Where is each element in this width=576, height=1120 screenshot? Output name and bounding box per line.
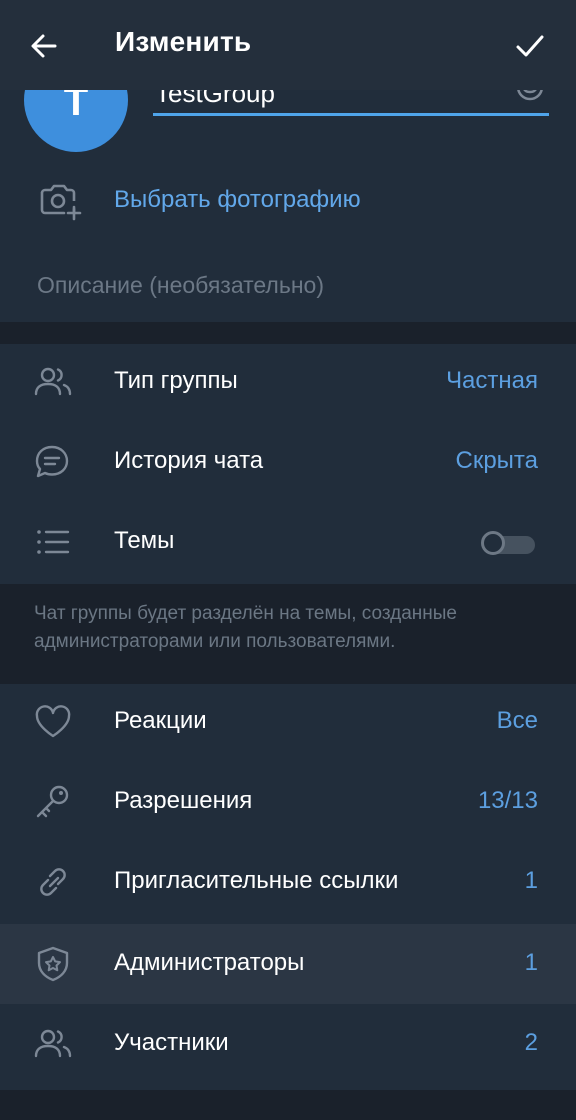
toggle-knob: [481, 531, 505, 555]
members-label: Участники: [114, 1029, 229, 1056]
list-icon: [34, 524, 72, 560]
page-title: Изменить: [115, 26, 252, 57]
invite-links-value: 1: [524, 867, 538, 894]
permissions-label: Разрешения: [114, 787, 253, 814]
heart-icon: [34, 704, 72, 740]
topics-label: Темы: [114, 527, 175, 554]
app-bar: Изменить: [0, 0, 576, 90]
group-type-value: Частная: [446, 367, 538, 394]
shield-star-icon: [34, 946, 72, 982]
users-icon: [34, 364, 72, 400]
members-row[interactable]: Участники 2: [0, 1004, 576, 1084]
link-icon: [34, 864, 72, 900]
group-type-label: Тип группы: [114, 367, 238, 394]
chat-bubble-icon: [34, 444, 72, 480]
topics-row[interactable]: Темы: [0, 502, 576, 582]
description-placeholder: Описание (необязательно): [37, 272, 324, 298]
input-underline: [153, 113, 549, 116]
checkmark-icon[interactable]: [514, 30, 546, 62]
invite-links-label: Пригласительные ссылки: [114, 867, 399, 894]
chat-history-value: Скрыта: [455, 447, 539, 474]
reactions-row[interactable]: Реакции Все: [0, 682, 576, 762]
users-icon: [34, 1026, 72, 1062]
topics-hint-text: Чат группы будет разделён на темы, созда…: [34, 603, 457, 652]
camera-add-icon: [38, 181, 82, 221]
invite-links-row[interactable]: Пригласительные ссылки 1: [0, 842, 576, 922]
section-separator: [0, 322, 576, 344]
topics-toggle[interactable]: [481, 531, 537, 555]
arrow-left-icon[interactable]: [28, 30, 60, 62]
group-type-row[interactable]: Тип группы Частная: [0, 342, 576, 422]
description-input[interactable]: Описание (необязательно): [0, 248, 576, 324]
key-icon: [34, 784, 72, 820]
admins-row[interactable]: Администраторы 1: [0, 924, 576, 1004]
reactions-label: Реакции: [114, 707, 207, 734]
permissions-row[interactable]: Разрешения 13/13: [0, 762, 576, 842]
admins-label: Администраторы: [114, 949, 305, 976]
bottom-separator: [0, 1090, 576, 1120]
admins-value: 1: [524, 949, 538, 976]
permissions-value: 13/13: [477, 787, 538, 814]
chat-history-label: История чата: [114, 447, 264, 474]
choose-photo-button[interactable]: Выбрать фотографию: [0, 160, 576, 240]
reactions-value: Все: [496, 707, 538, 734]
choose-photo-label: Выбрать фотографию: [114, 186, 361, 213]
members-value: 2: [524, 1029, 538, 1056]
chat-history-row[interactable]: История чата Скрыта: [0, 422, 576, 502]
